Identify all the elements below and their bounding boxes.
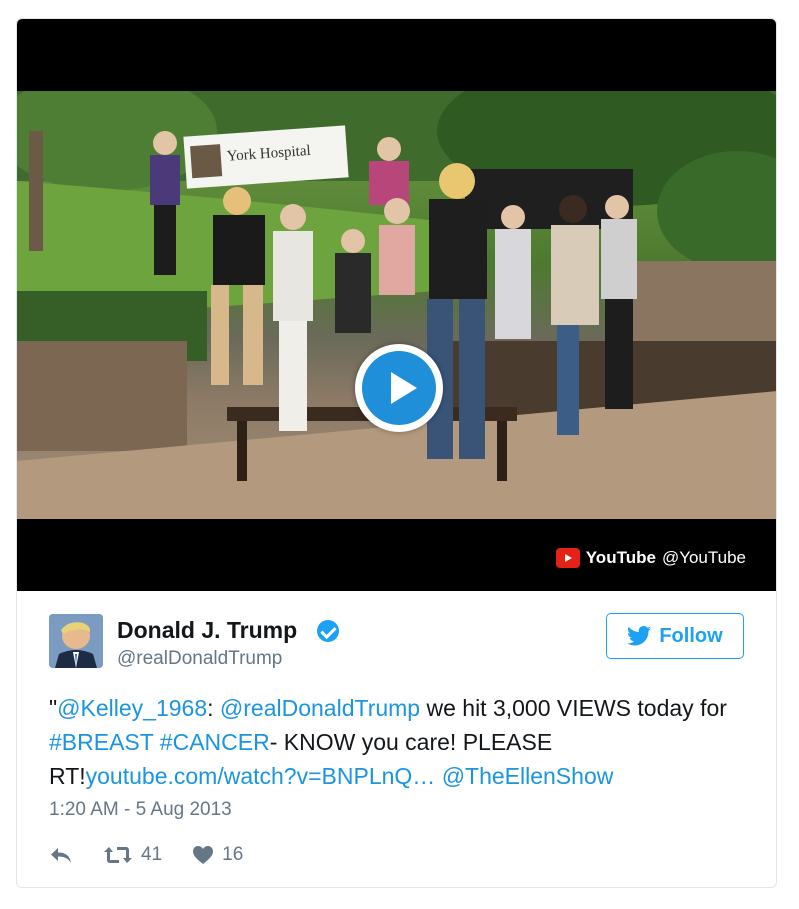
reply-icon	[51, 848, 71, 863]
avatar-image	[49, 614, 103, 668]
video-thumbnail[interactable]: York Hospital	[17, 91, 776, 519]
youtube-brand: YouTube	[585, 548, 656, 567]
youtube-attribution[interactable]: YouTube @YouTube	[555, 547, 746, 569]
hashtag-breast[interactable]: #BREAST	[49, 729, 153, 755]
heart-icon	[193, 846, 214, 864]
tweet-card: York Hospital YouTube @YouTube Donald J.…	[16, 18, 777, 888]
mention-theellenshow[interactable]: @TheEllenShow	[442, 763, 614, 789]
avatar[interactable]	[49, 614, 103, 668]
video-scene: York Hospital	[17, 91, 776, 519]
tweet-actions: 41 16	[49, 841, 243, 869]
mention-realdonaldtrump[interactable]: @realDonaldTrump	[220, 695, 420, 721]
follow-button[interactable]: Follow	[606, 613, 744, 659]
reply-button[interactable]	[49, 845, 73, 865]
follow-label: Follow	[659, 624, 723, 647]
retweet-button[interactable]: 41	[103, 844, 162, 866]
text-plain-1: we hit 3,000 VIEWS today for	[420, 695, 727, 721]
retweet-count: 41	[141, 844, 163, 865]
youtube-handle: @YouTube	[661, 548, 746, 567]
youtube-logo-icon	[555, 548, 580, 568]
play-icon	[362, 351, 436, 425]
embedded-video[interactable]: York Hospital YouTube @YouTube	[17, 19, 776, 591]
tweet-text: "@Kelley_1968: @realDonaldTrump we hit 3…	[49, 691, 759, 793]
display-name[interactable]: Donald J. Trump	[117, 617, 297, 644]
hashtag-cancer[interactable]: #CANCER	[160, 729, 270, 755]
twitter-bird-icon	[627, 626, 652, 646]
mention-kelley[interactable]: @Kelley_1968	[57, 695, 207, 721]
text-colon: :	[207, 695, 220, 721]
retweet-icon	[104, 847, 132, 863]
youtube-url-link[interactable]: youtube.com/watch?v=BNPLnQ…	[86, 763, 436, 789]
user-handle[interactable]: @realDonaldTrump	[117, 648, 282, 670]
quote-open: "	[49, 695, 58, 721]
play-button[interactable]	[355, 344, 443, 432]
like-count: 16	[222, 844, 244, 865]
verified-badge-icon	[317, 620, 339, 642]
tweet-timestamp[interactable]: 1:20 AM - 5 Aug 2013	[49, 799, 232, 821]
like-button[interactable]: 16	[192, 844, 243, 866]
